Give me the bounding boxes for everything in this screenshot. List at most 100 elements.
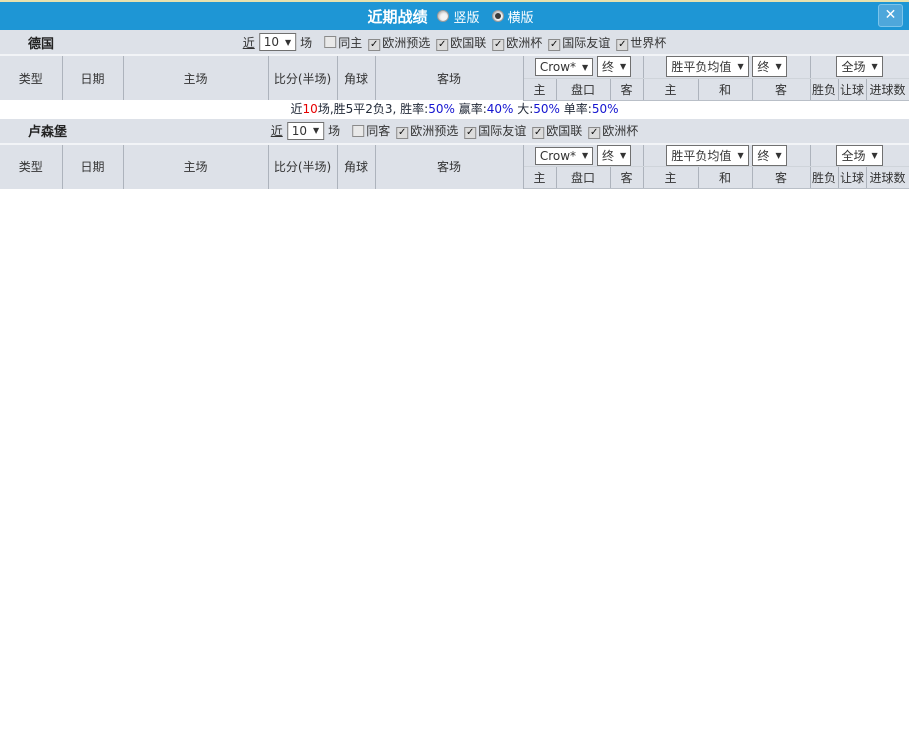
chevron-down-icon: ▼: [871, 62, 877, 71]
chevron-down-icon: ▼: [775, 151, 781, 160]
match-count-select[interactable]: 10▼: [259, 33, 296, 51]
summary-text: 50%: [533, 102, 560, 116]
horizontal-layout-label[interactable]: 横版: [508, 7, 534, 26]
same-venue-checkbox[interactable]: [352, 125, 364, 137]
vertical-layout-radio[interactable]: [437, 10, 449, 22]
avg-stage-select[interactable]: 终▼: [752, 56, 786, 77]
chevron-down-icon: ▼: [775, 62, 781, 71]
col-date: 日期: [62, 56, 123, 100]
league-label: 国际友谊: [562, 36, 610, 50]
odds-stage-select[interactable]: 终▼: [597, 56, 631, 77]
col-corner: 角球: [337, 145, 375, 189]
avg-group-header: 胜平负均值▼ 终▼: [643, 56, 810, 78]
match-count-select[interactable]: 10 ▼: [287, 122, 324, 140]
league-label: 欧洲杯: [506, 36, 542, 50]
league-label: 欧洲杯: [602, 124, 638, 138]
avg-type-value: 胜平负均值: [671, 58, 731, 75]
chevron-down-icon: ▼: [582, 63, 588, 72]
close-button[interactable]: ✕: [878, 4, 903, 27]
league-checkbox[interactable]: ✓: [368, 39, 380, 51]
fullmatch-value: 全场: [841, 58, 865, 75]
col-avg-draw: 和: [698, 78, 752, 100]
near-link[interactable]: 近: [243, 34, 255, 51]
summary-text: 大:: [513, 102, 533, 116]
col-handicap: 盘口: [556, 167, 610, 189]
summary-text: 50%: [428, 102, 455, 116]
avg-type-select[interactable]: 胜平负均值 ▼: [666, 56, 748, 77]
games-label: 场: [328, 122, 340, 139]
odds-company-select[interactable]: Crow* ▼: [535, 147, 593, 165]
games-label: 场: [300, 34, 312, 51]
league-label: 国际友谊: [478, 124, 526, 138]
chevron-down-icon: ▼: [871, 151, 877, 160]
league-label: 世界杯: [630, 36, 666, 50]
col-avg-away: 客: [752, 78, 810, 100]
results-table: 类型 日期 主场 比分(半场) 角球 客场 Crow*▼ 终▼ 胜平负均值▼ 终…: [0, 56, 909, 101]
same-venue-checkbox[interactable]: [324, 36, 336, 48]
fullmatch-select[interactable]: 全场▼: [836, 145, 882, 166]
col-score: 比分(半场): [268, 56, 337, 100]
col-goals: 进球数: [866, 167, 909, 189]
horizontal-layout-radio[interactable]: [492, 10, 504, 22]
team-name: 德国: [28, 33, 54, 52]
odds-company-select[interactable]: Crow* ▼: [535, 58, 593, 76]
col-odds-away: 客: [610, 78, 643, 100]
near-link[interactable]: 近: [271, 122, 283, 139]
league-checkbox[interactable]: ✓: [492, 39, 504, 51]
col-avg-draw: 和: [698, 167, 752, 189]
league-label: 欧洲预选: [410, 124, 458, 138]
chevron-down-icon: ▼: [313, 126, 319, 135]
summary-text: 10: [303, 102, 318, 116]
odds-stage-value: 终: [602, 58, 614, 75]
vertical-layout-label[interactable]: 竖版: [453, 7, 479, 26]
col-avg-home: 主: [643, 78, 698, 100]
match-count-value: 10: [292, 124, 307, 138]
col-odds-home: 主: [523, 167, 556, 189]
league-checkbox[interactable]: ✓: [396, 127, 408, 139]
result-group-header: 全场▼: [810, 145, 909, 167]
chevron-down-icon: ▼: [737, 62, 743, 71]
avg-type-select[interactable]: 胜平负均值 ▼: [666, 145, 748, 166]
league-filter-list: ✓欧洲预选✓国际友谊✓欧国联✓欧洲杯: [390, 122, 638, 139]
league-checkbox[interactable]: ✓: [588, 127, 600, 139]
team-name: 卢森堡: [28, 121, 67, 140]
odds-stage-select[interactable]: 终▼: [597, 145, 631, 166]
avg-stage-value: 终: [757, 58, 769, 75]
league-label: 欧洲预选: [382, 36, 430, 50]
odds-company-value: Crow*: [540, 149, 576, 163]
summary-text: 40%: [487, 102, 514, 116]
col-handicap-result: 让球: [838, 78, 866, 100]
col-corner: 角球: [337, 56, 375, 100]
avg-stage-select[interactable]: 终▼: [752, 145, 786, 166]
league-checkbox[interactable]: ✓: [616, 39, 628, 51]
chevron-down-icon: ▼: [737, 151, 743, 160]
match-count-value: 10: [264, 35, 279, 49]
col-avg-home: 主: [643, 167, 698, 189]
team-section-luxembourg: 卢森堡 近 10▼ 场 同客 ✓欧洲预选✓国际友谊✓欧国联✓欧洲杯 类型 日期 …: [0, 119, 909, 190]
summary-text: 赢率:: [455, 102, 487, 116]
avg-type-value: 胜平负均值: [671, 147, 731, 164]
dialog-titlebar: 近期战绩 竖版 横版 ✕: [0, 2, 909, 30]
summary-text: 单率:: [560, 102, 592, 116]
league-checkbox[interactable]: ✓: [464, 127, 476, 139]
league-filter-list: ✓欧洲预选✓欧国联✓欧洲杯✓国际友谊✓世界杯: [362, 34, 666, 51]
league-checkbox[interactable]: ✓: [532, 127, 544, 139]
filter-bar: 近 10▼ 场 同客 ✓欧洲预选✓国际友谊✓欧国联✓欧洲杯: [271, 122, 639, 140]
recent-results-dialog: 近期战绩 竖版 横版 ✕ 德国 近 10▼ 场 同主 ✓欧洲预选✓欧国联✓欧洲杯…: [0, 0, 909, 752]
odds-stage-value: 终: [602, 147, 614, 164]
avg-stage-value: 终: [757, 147, 769, 164]
avg-group-header: 胜平负均值▼ 终▼: [643, 145, 810, 167]
col-home: 主场: [123, 145, 268, 189]
league-checkbox[interactable]: ✓: [548, 39, 560, 51]
league-checkbox[interactable]: ✓: [436, 39, 448, 51]
col-away: 客场: [375, 145, 523, 189]
league-label: 欧国联: [546, 124, 582, 138]
chevron-down-icon: ▼: [620, 62, 626, 71]
col-avg-away: 客: [752, 167, 810, 189]
same-venue-label: 同客: [366, 122, 390, 139]
summary-text: 场,胜5平2负3, 胜率:: [318, 102, 428, 116]
col-odds-home: 主: [523, 78, 556, 100]
odds-company-value: Crow*: [540, 60, 576, 74]
chevron-down-icon: ▼: [582, 151, 588, 160]
fullmatch-select[interactable]: 全场 ▼: [836, 56, 882, 77]
